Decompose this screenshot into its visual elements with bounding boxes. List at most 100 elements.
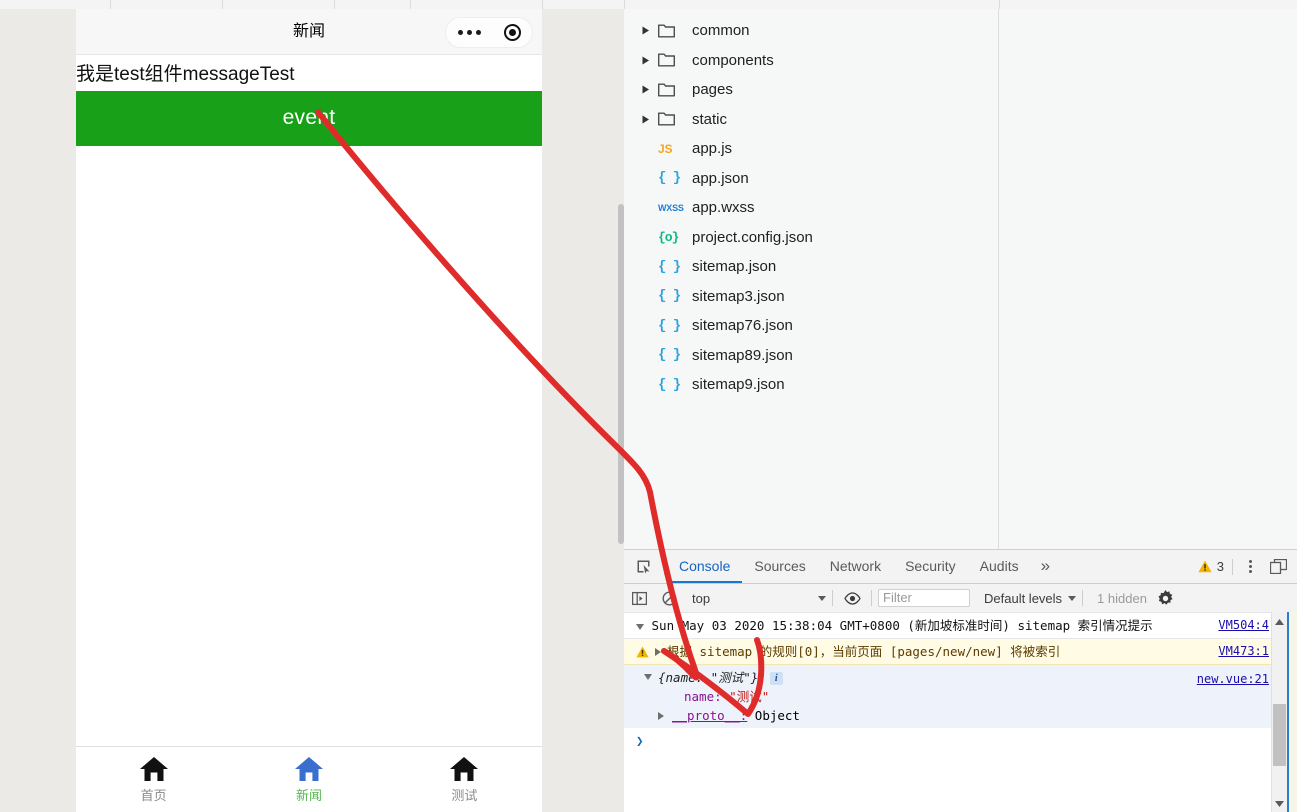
warning-count-badge[interactable]: 3 <box>1198 559 1224 574</box>
wxss-file-icon: WXSS <box>658 202 684 213</box>
tab-console[interactable]: Console <box>667 550 743 583</box>
tab-security[interactable]: Security <box>893 550 968 583</box>
console-source-link[interactable]: VM473:1 <box>1218 643 1269 660</box>
scroll-up-arrow-icon[interactable] <box>1272 614 1287 629</box>
console-log-text: Sun May 03 2020 15:38:04 GMT+0800 (新加坡标准… <box>651 618 1153 633</box>
console-warning-text: 根据 sitemap 的规则[0]，当前页面 [pages/new/new] 将… <box>667 644 1061 659</box>
console-source-link[interactable]: VM504:4 <box>1218 617 1269 634</box>
file-tree-row[interactable]: { } sitemap76.json <box>624 311 998 341</box>
filter-input[interactable]: Filter <box>878 589 970 607</box>
console-row-warning[interactable]: 根据 sitemap 的规则[0]，当前页面 [pages/new/new] 将… <box>624 639 1297 665</box>
folder-icon <box>654 83 692 97</box>
console-source-link[interactable]: new.vue:21 <box>1197 670 1269 689</box>
console-prompt[interactable]: ❯ <box>624 728 1297 753</box>
scrollbar-thumb[interactable] <box>1273 704 1286 766</box>
folder-icon <box>654 24 692 38</box>
file-tree-row[interactable]: components <box>624 46 998 76</box>
file-tree-label: sitemap.json <box>692 258 777 276</box>
chevron-down-icon <box>818 595 826 601</box>
file-tree-row[interactable]: common <box>624 16 998 46</box>
file-tree-label: components <box>692 51 774 69</box>
chevron-right-icon[interactable] <box>638 26 654 35</box>
tab-audits[interactable]: Audits <box>968 550 1031 583</box>
home-icon <box>294 756 324 787</box>
file-tree-row[interactable]: { } app.json <box>624 164 998 194</box>
devtools-panel: Console Sources Network Security Audits … <box>624 549 1297 812</box>
hidden-messages-count: 1 hidden <box>1097 590 1147 606</box>
file-tree-label: app.wxss <box>692 199 755 217</box>
warning-triangle-icon <box>636 646 649 658</box>
log-levels-value: Default levels <box>984 590 1063 606</box>
file-tree-row[interactable]: { } sitemap89.json <box>624 341 998 371</box>
clear-console-icon[interactable] <box>654 584 684 612</box>
file-tree-row[interactable]: { } sitemap.json <box>624 252 998 282</box>
tab-divider <box>624 0 625 9</box>
live-expression-icon[interactable] <box>839 584 865 612</box>
tab-sources[interactable]: Sources <box>742 550 817 583</box>
object-proto-key[interactable]: __proto__: <box>672 708 747 723</box>
file-tree-row[interactable]: { } sitemap3.json <box>624 282 998 312</box>
tab-label-home: 首页 <box>140 788 167 803</box>
object-preview-line[interactable]: {name: "测试"} i new.vue:21 <box>636 668 1297 687</box>
toolbar-divider <box>832 590 833 606</box>
target-circle-icon[interactable] <box>503 24 521 41</box>
json-file-icon: { } <box>658 170 681 187</box>
toolbar-divider <box>664 558 665 575</box>
phone-navigation-bar: 新闻 <box>76 9 542 55</box>
page-content: 我是test组件messageTest event <box>76 55 542 146</box>
gear-icon[interactable] <box>1157 589 1174 607</box>
object-property-row: name: "测试" <box>636 687 1297 706</box>
tab-divider <box>222 0 223 9</box>
console-row-object[interactable]: {name: "测试"} i new.vue:21 name: "测试" __p… <box>624 665 1297 728</box>
console-sidebar-icon[interactable] <box>624 584 654 612</box>
tab-item-home[interactable]: 首页 <box>76 747 231 812</box>
triangle-down-icon[interactable] <box>636 623 644 630</box>
file-tree-row[interactable]: static <box>624 105 998 135</box>
inspect-element-icon[interactable] <box>624 550 662 583</box>
home-icon <box>449 756 479 787</box>
more-vertical-icon[interactable] <box>1241 560 1260 573</box>
tab-item-test[interactable]: 测试 <box>387 747 542 812</box>
wechat-capsule-button[interactable] <box>445 17 533 48</box>
file-tree-label: sitemap3.json <box>692 287 785 305</box>
triangle-right-icon[interactable] <box>658 712 664 720</box>
console-row-log[interactable]: Sun May 03 2020 15:38:04 GMT+0800 (新加坡标准… <box>624 612 1297 639</box>
console-scrollbar[interactable] <box>1271 612 1287 812</box>
dock-panel-icon[interactable] <box>1266 559 1291 574</box>
scroll-down-arrow-icon[interactable] <box>1272 796 1287 811</box>
file-tree-row[interactable]: pages <box>624 75 998 105</box>
file-tree-row[interactable]: JS app.js <box>624 134 998 164</box>
tab-network[interactable]: Network <box>818 550 893 583</box>
file-tree-row[interactable]: {o} project.config.json <box>624 223 998 253</box>
more-tabs-button[interactable]: » <box>1031 550 1060 583</box>
file-tree-panel: common components pages static JS app.js { } ap… <box>624 9 999 549</box>
file-tree-row[interactable]: { } sitemap9.json <box>624 370 998 400</box>
json-file-icon: { } <box>658 288 681 305</box>
execution-context-select[interactable]: top <box>684 591 826 606</box>
execution-context-value: top <box>692 590 711 606</box>
tab-label-news: 新闻 <box>295 788 322 803</box>
chevron-right-icon[interactable] <box>638 85 654 94</box>
triangle-right-icon[interactable] <box>655 648 661 656</box>
chevron-right-icon[interactable] <box>638 56 654 65</box>
console-active-edge <box>1287 612 1289 812</box>
simulator-panel: 新闻 我是test组件messageTest event 首页 新闻 测试 <box>0 9 618 812</box>
tab-item-news[interactable]: 新闻 <box>231 747 386 812</box>
console-output: Sun May 03 2020 15:38:04 GMT+0800 (新加坡标准… <box>624 612 1297 812</box>
file-tree-row[interactable]: WXSS app.wxss <box>624 193 998 223</box>
triangle-down-icon[interactable] <box>644 674 652 680</box>
file-tree-label: sitemap76.json <box>692 317 793 335</box>
warning-triangle-icon <box>1198 560 1212 573</box>
toolbar-divider <box>871 590 872 606</box>
devtools-tab-bar: Console Sources Network Security Audits … <box>624 550 1297 584</box>
object-proto-row[interactable]: __proto__: Object <box>636 706 1297 725</box>
object-property-value: "测试" <box>729 689 770 704</box>
file-tree-label: sitemap9.json <box>692 376 785 394</box>
json-file-icon: { } <box>658 258 681 275</box>
event-button[interactable]: event <box>76 90 542 146</box>
ellipsis-icon[interactable] <box>457 30 481 35</box>
info-badge-icon[interactable]: i <box>769 672 783 685</box>
devtools-tab-bar-right: 3 <box>1198 550 1291 583</box>
chevron-right-icon[interactable] <box>638 115 654 124</box>
log-levels-select[interactable]: Default levels <box>984 590 1077 606</box>
